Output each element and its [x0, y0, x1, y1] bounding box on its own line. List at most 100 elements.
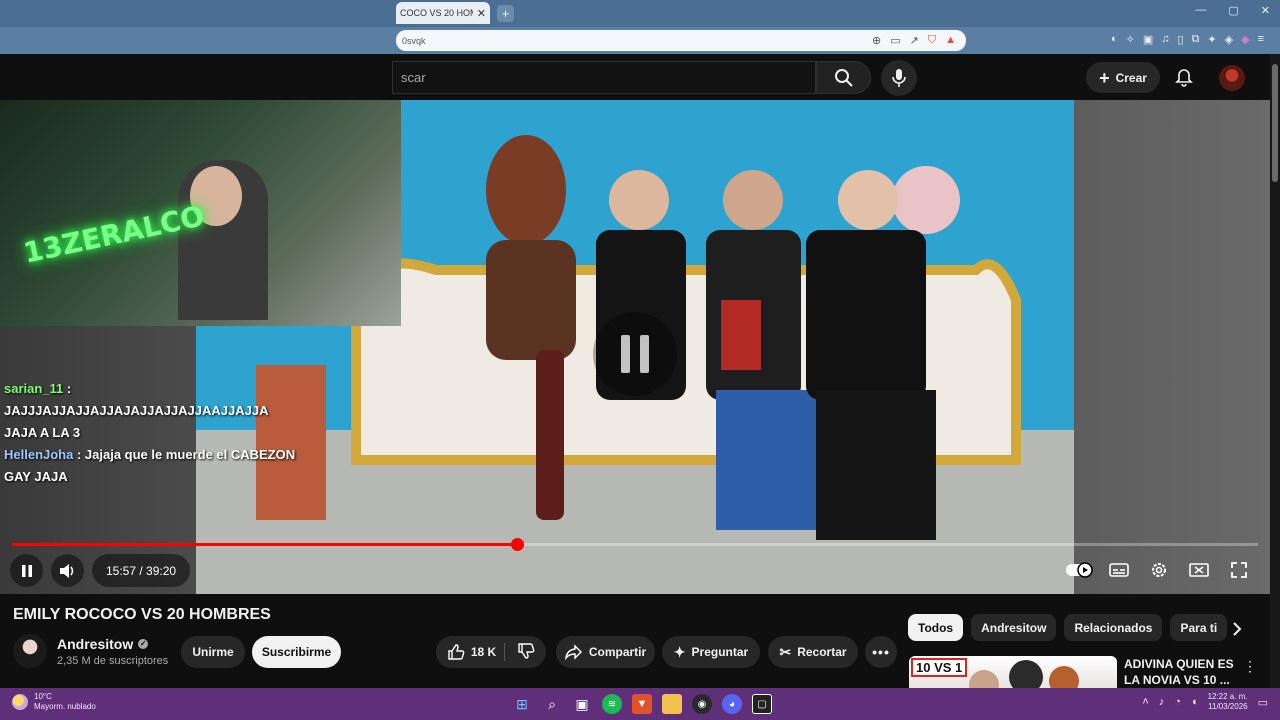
tab-close-icon[interactable]: ✕: [477, 7, 486, 20]
search-icon: [834, 68, 853, 87]
taskbar-search-icon[interactable]: ⌕: [542, 694, 562, 714]
discord-icon[interactable]: ◕: [722, 694, 742, 714]
clip-button[interactable]: ✂ Recortar: [768, 636, 858, 668]
create-button[interactable]: + Crear: [1086, 62, 1160, 93]
channel-name-row[interactable]: Andresitow ✓: [57, 636, 149, 652]
person-4-head: [838, 170, 898, 230]
zoom-icon[interactable]: ⊕: [872, 34, 881, 47]
speaker-icon[interactable]: ◖: [1191, 696, 1198, 708]
progress-scrubber[interactable]: [510, 538, 524, 551]
progress-bar[interactable]: [12, 538, 1258, 551]
share-label: Compartir: [588, 645, 647, 659]
channel-name[interactable]: Andresitow: [57, 636, 133, 652]
autoplay-toggle[interactable]: [1064, 555, 1094, 585]
more-actions-button[interactable]: •••: [865, 636, 897, 668]
center-pause-indicator[interactable]: [593, 312, 677, 396]
windows-taskbar: 10°C Mayorm. nublado ⊞ ⌕ ▣ ≋ ▼ ◉ ◕ ▢ ˄ ♪…: [0, 688, 1280, 720]
chat-separator: :: [73, 447, 85, 462]
system-clock[interactable]: 12:22 a. m. 11/03/2026: [1208, 692, 1248, 712]
address-bar[interactable]: 0svqk ⊕ ▭ ↗ ⛉ ▲: [396, 30, 966, 51]
join-button[interactable]: Unirme: [181, 636, 245, 668]
system-tray: ˄ ♪ ◔ ◖ 12:22 a. m. 11/03/2026 ▭: [1142, 692, 1268, 712]
volume-button[interactable]: [51, 554, 84, 587]
subtitles-button[interactable]: [1104, 555, 1134, 585]
like-button[interactable]: 18 K: [447, 643, 506, 661]
tray-chevron-icon[interactable]: ˄: [1142, 696, 1148, 708]
voice-search-button[interactable]: [881, 60, 917, 96]
wallet-icon[interactable]: ◆: [1241, 33, 1249, 46]
miniplayer-button[interactable]: [1184, 555, 1214, 585]
recommendation-title[interactable]: ADIVINA QUIEN ES LA NOVIA VS 10 ...: [1124, 656, 1234, 688]
fullscreen-button[interactable]: [1224, 555, 1254, 585]
subtitles-icon: [1109, 563, 1129, 577]
menu-icon[interactable]: ≡: [1258, 33, 1264, 46]
share-page-icon[interactable]: ↗: [910, 34, 919, 47]
account-avatar[interactable]: [1219, 65, 1245, 91]
dislike-button[interactable]: [511, 642, 535, 663]
youtube-masthead: scar + Crear: [0, 54, 1280, 100]
tab-icon[interactable]: ⧉: [1192, 33, 1200, 46]
channel-avatar[interactable]: [13, 634, 47, 668]
close-window-button[interactable]: ✕: [1261, 4, 1270, 17]
chevron-right-icon: [1233, 622, 1242, 636]
brave-icon[interactable]: ▼: [632, 694, 652, 714]
person-3-jeans: [716, 390, 826, 530]
tray-mic-icon[interactable]: ♪: [1159, 696, 1165, 708]
leo-icon[interactable]: ✦: [1207, 33, 1216, 46]
obs-icon[interactable]: ◉: [692, 694, 712, 714]
screenshot-icon[interactable]: ▣: [1143, 33, 1153, 46]
minimize-button[interactable]: —: [1195, 4, 1206, 17]
network-icon[interactable]: ◔: [1174, 696, 1181, 708]
chip-related[interactable]: Relacionados: [1064, 614, 1163, 641]
player-controls-right: [1064, 555, 1254, 585]
cast-icon[interactable]: ▭: [890, 34, 900, 47]
video-player[interactable]: 13ZERALCO 15:57 / 39:20: [0, 100, 1270, 594]
play-pause-button[interactable]: [10, 554, 43, 587]
like-count: 18 K: [470, 645, 497, 659]
thumbnail-badge: 10 VS 1: [911, 658, 968, 677]
chip-channel[interactable]: Andresitow: [971, 614, 1057, 641]
person-1-jacket: [486, 240, 576, 360]
ask-button[interactable]: ✦ Preguntar: [662, 636, 760, 668]
recommendation-thumbnail[interactable]: 10 VS 1: [909, 656, 1117, 690]
chip-for-you[interactable]: Para ti: [1170, 614, 1228, 641]
weather-temp: 10°C: [34, 692, 52, 701]
stream-app-icon[interactable]: ▢: [752, 694, 772, 714]
music-icon[interactable]: ♫: [1161, 33, 1169, 46]
notification-center-icon[interactable]: ▭: [1258, 696, 1268, 709]
browser-tab[interactable]: COCO VS 20 HOMB ✕: [396, 2, 490, 24]
person-1-hair: [486, 135, 566, 245]
player-right-backdrop: [1074, 100, 1270, 594]
search-input[interactable]: scar: [392, 61, 816, 94]
chip-todos[interactable]: Todos: [908, 614, 964, 641]
notifications-button[interactable]: [1168, 62, 1200, 94]
extension-icon[interactable]: ◐: [1111, 33, 1118, 46]
weather-widget[interactable]: 10°C Mayorm. nublado: [12, 692, 96, 712]
like-dislike-group: 18 K: [436, 636, 546, 668]
more-horizontal-icon: •••: [872, 644, 890, 660]
scrollbar-thumb[interactable]: [1272, 64, 1278, 182]
puzzle-icon[interactable]: ✧: [1126, 33, 1135, 46]
maximize-button[interactable]: ▢: [1228, 4, 1238, 17]
recommendation-more-button[interactable]: ⋮: [1242, 657, 1258, 675]
sidebar-icon[interactable]: ▯: [1178, 33, 1184, 46]
file-explorer-icon[interactable]: [662, 694, 682, 714]
spotify-icon[interactable]: ≋: [602, 694, 622, 714]
person-3-head: [723, 170, 783, 230]
page-scrollbar[interactable]: [1270, 54, 1280, 688]
subscribe-button[interactable]: Suscribirme: [252, 636, 341, 668]
autoplay-icon: [1066, 562, 1093, 578]
bell-icon: [1175, 69, 1193, 87]
search-button[interactable]: [816, 61, 871, 94]
brave-shield-icon[interactable]: ⛉: [928, 34, 936, 47]
new-tab-button[interactable]: +: [497, 5, 514, 22]
brave-rewards-icon[interactable]: ▲: [945, 34, 956, 47]
person-1-boot: [536, 350, 564, 520]
settings-button[interactable]: [1144, 555, 1174, 585]
chips-next-button[interactable]: [1228, 620, 1246, 638]
vpn-icon[interactable]: ◈: [1225, 33, 1233, 46]
share-button[interactable]: Compartir: [556, 636, 655, 668]
task-view-icon[interactable]: ▣: [572, 694, 592, 714]
ask-label: Preguntar: [691, 645, 749, 659]
start-icon[interactable]: ⊞: [512, 694, 532, 714]
